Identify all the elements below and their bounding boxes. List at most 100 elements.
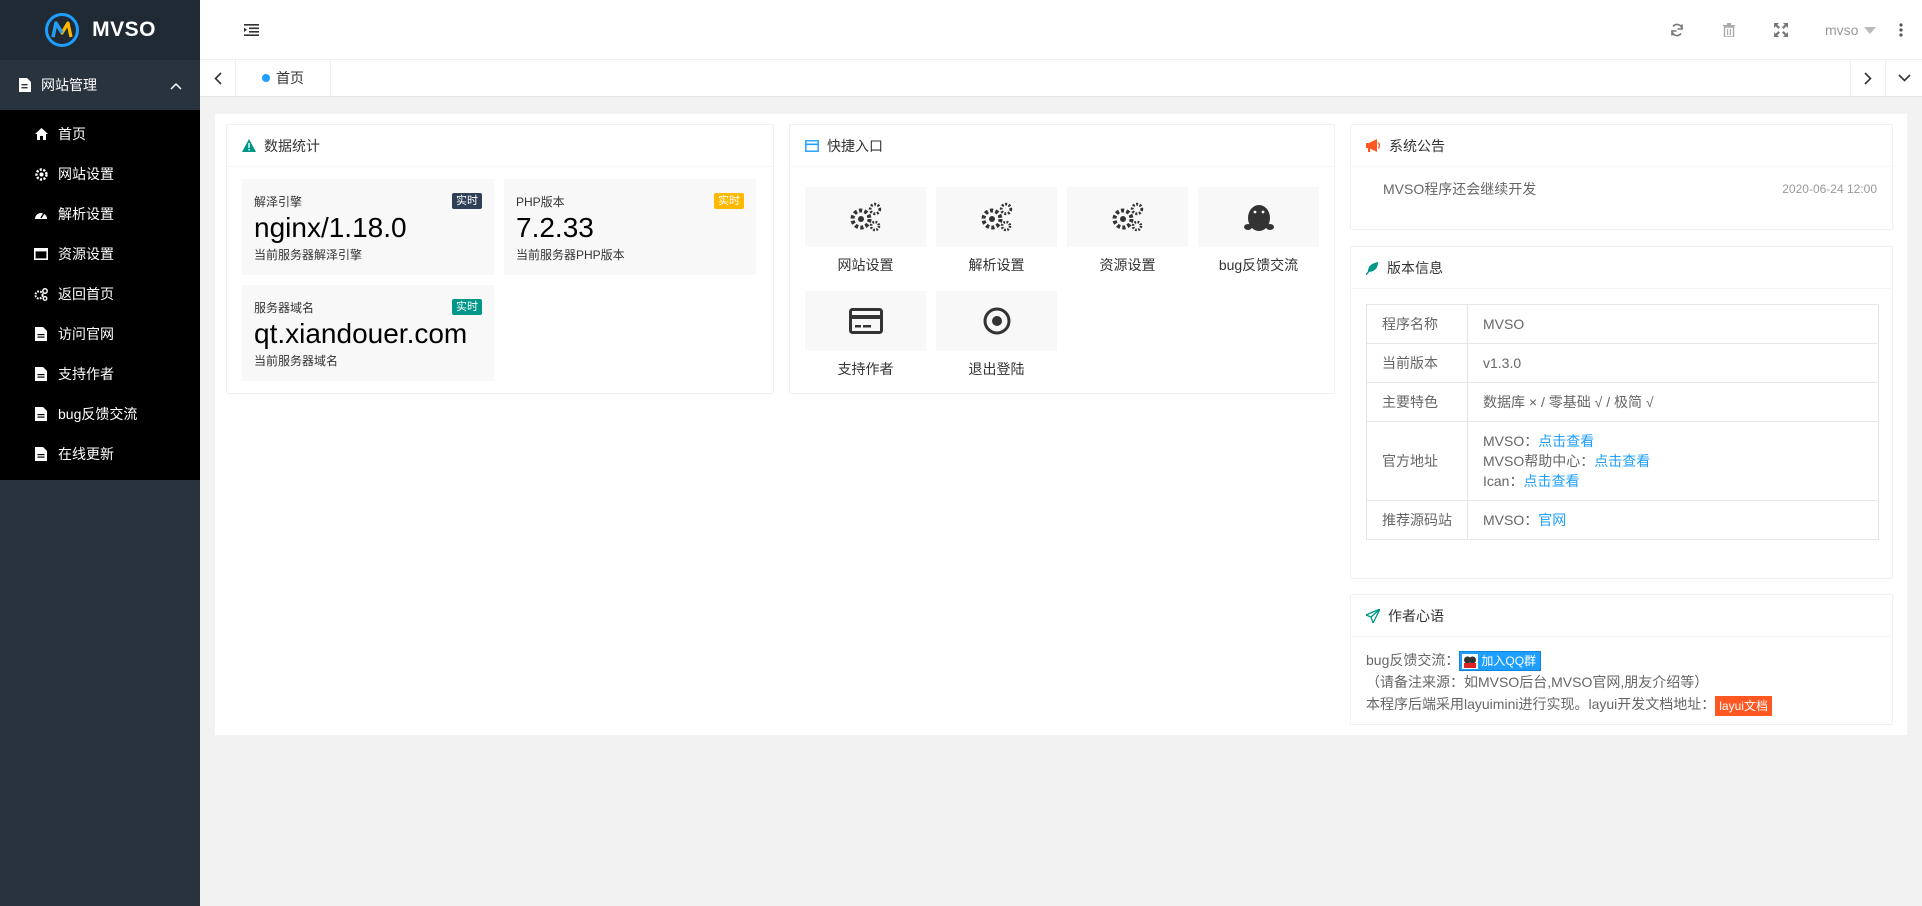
stat-label: 解泽引擎 xyxy=(254,195,303,209)
sidebar-item-label: 返回首页 xyxy=(58,286,114,302)
top-header: mvso xyxy=(200,0,1922,60)
quick-resource-settings[interactable]: 资源设置 xyxy=(1067,187,1188,275)
sidebar-item-label: 在线更新 xyxy=(58,446,114,462)
sidebar-item-resolve-settings[interactable]: 解析设置 xyxy=(0,194,200,234)
quick-label: 解析设置 xyxy=(968,257,1025,273)
stat-sub: 当前服务器PHP版本 xyxy=(516,248,625,262)
tab-bar: 首页 xyxy=(200,60,1922,97)
main-content: 数据统计 解泽引擎 nginx/1.18.0 当前服务器解泽引擎 实时 PHP版… xyxy=(215,114,1907,735)
stat-engine: 解泽引擎 nginx/1.18.0 当前服务器解泽引擎 实时 xyxy=(242,179,494,275)
file-icon xyxy=(34,407,48,421)
user-name: mvso xyxy=(1825,22,1859,38)
file-icon xyxy=(34,447,48,461)
author-line-1-prefix: bug反馈交流： xyxy=(1366,652,1460,668)
official-site-link[interactable]: 官网 xyxy=(1538,512,1566,528)
refresh-button[interactable] xyxy=(1665,18,1689,42)
clear-cache-button[interactable] xyxy=(1717,18,1741,42)
sidebar-item-online-update[interactable]: 在线更新 xyxy=(0,434,200,474)
quick-tile xyxy=(805,187,926,247)
quick-label: 支持作者 xyxy=(837,361,894,377)
stat-value: qt.xiandouer.com xyxy=(254,318,468,349)
table-row: 主要特色 数据库 × / 零基础 √ / 极简 √ xyxy=(1366,382,1879,422)
quick-title: 快捷入口 xyxy=(827,137,883,154)
fullscreen-button[interactable] xyxy=(1769,18,1793,42)
quick-site-settings[interactable]: 网站设置 xyxy=(805,187,926,275)
tab-scroll-left-button[interactable] xyxy=(200,60,236,96)
tab-home[interactable]: 首页 xyxy=(236,60,331,96)
fullscreen-icon xyxy=(1774,23,1788,37)
author-card: 作者心语 bug反馈交流： 加入QQ群 （请备注来源：如MVSO后台,MVSO官网,… xyxy=(1350,594,1893,725)
notice-title: 系统公告 xyxy=(1389,137,1445,154)
table-value: MVSO：官网 xyxy=(1467,500,1879,540)
dot-circle-icon xyxy=(983,307,1010,335)
version-table-wrap: 程序名称 MVSO 当前版本 v1.3.0 主要特色 数据库 × / 零基础 √… xyxy=(1351,289,1892,540)
menu-toggle-button[interactable] xyxy=(239,18,263,42)
notice-date: 2020-06-24 12:00 xyxy=(1782,182,1877,196)
trash-icon xyxy=(1723,23,1735,37)
dashboard-icon xyxy=(34,207,48,221)
layui-doc-button[interactable]: layui文档 xyxy=(1715,695,1772,716)
table-row: 程序名称 MVSO xyxy=(1366,304,1879,344)
tab-label: 首页 xyxy=(276,70,304,86)
help-center-link[interactable]: 点击查看 xyxy=(1594,453,1650,469)
sidebar-item-site-settings[interactable]: 网站设置 xyxy=(0,154,200,194)
table-key: 主要特色 xyxy=(1366,382,1468,422)
sidebar-item-visit-site[interactable]: 访问官网 xyxy=(0,314,200,354)
table-key: 当前版本 xyxy=(1366,343,1468,383)
stats-card: 数据统计 解泽引擎 nginx/1.18.0 当前服务器解泽引擎 实时 PHP版… xyxy=(226,124,774,394)
site-prefix: MVSO： xyxy=(1483,512,1539,528)
menu-fold-icon xyxy=(243,24,259,36)
quick-label: 资源设置 xyxy=(1099,257,1156,273)
active-tab-dot xyxy=(262,74,270,82)
version-card-header: 版本信息 xyxy=(1351,247,1892,289)
sidebar-item-back-home[interactable]: 返回首页 xyxy=(0,274,200,314)
table-key: 推荐源码站 xyxy=(1366,500,1468,540)
sidebar-item-label: bug反馈交流 xyxy=(58,406,138,422)
stat-label: PHP版本 xyxy=(516,195,565,209)
stats-card-header: 数据统计 xyxy=(227,125,773,167)
version-table: 程序名称 MVSO 当前版本 v1.3.0 主要特色 数据库 × / 零基础 √… xyxy=(1366,304,1879,540)
gears-icon xyxy=(1112,202,1143,232)
mvso-link[interactable]: 点击查看 xyxy=(1538,433,1594,449)
quick-logout[interactable]: 退出登陆 xyxy=(936,291,1057,379)
site-prefix: MVSO： xyxy=(1483,433,1539,449)
quick-resolve-settings[interactable]: 解析设置 xyxy=(936,187,1057,275)
gears-icon xyxy=(34,287,48,301)
version-title: 版本信息 xyxy=(1387,259,1443,276)
notice-item[interactable]: MVSO程序还会继续开发 2020-06-24 12:00 xyxy=(1351,167,1892,199)
chevron-right-icon xyxy=(1864,71,1872,85)
sidebar-item-resource-settings[interactable]: 资源设置 xyxy=(0,234,200,274)
author-line-1-suffix: （请备注来源：如MVSO后台,MVSO官网,朋友介绍等） xyxy=(1366,674,1709,691)
leaf-icon xyxy=(1366,261,1378,275)
table-value: v1.3.0 xyxy=(1467,343,1879,383)
credit-card-icon xyxy=(848,308,883,334)
sidebar-item-support-author[interactable]: 支持作者 xyxy=(0,354,200,394)
sidebar-item-label: 解析设置 xyxy=(58,206,114,222)
menu-group-site-manage[interactable]: 网站管理 xyxy=(0,60,200,110)
sidebar-item-bug-feedback[interactable]: bug反馈交流 xyxy=(0,394,200,434)
warning-icon xyxy=(242,139,256,152)
logo[interactable]: MVSO xyxy=(0,0,200,60)
quick-bug-feedback[interactable]: bug反馈交流 xyxy=(1198,187,1319,275)
sidebar-item-home[interactable]: 首页 xyxy=(0,114,200,154)
join-qq-group-button[interactable]: 加入QQ群 xyxy=(1459,651,1542,672)
realtime-badge: 实时 xyxy=(452,193,482,209)
table-value: MVSO：点击查看 MVSO帮助中心：点击查看 Ican：点击查看 xyxy=(1467,421,1879,501)
user-menu[interactable]: mvso xyxy=(1825,18,1877,42)
tab-options-button[interactable] xyxy=(1886,60,1922,96)
quick-entry-card: 快捷入口 网站设置 解析设置 资源设置 bug反馈交流 支持作者 退出登陆 xyxy=(789,124,1335,394)
stat-sub: 当前服务器解泽引擎 xyxy=(254,248,363,262)
sidebar-item-label: 资源设置 xyxy=(58,246,114,262)
version-card: 版本信息 程序名称 MVSO 当前版本 v1.3.0 主要特色 数据库 × / … xyxy=(1350,246,1893,579)
tab-scroll-right-button[interactable] xyxy=(1850,60,1886,96)
site-prefix: MVSO帮助中心： xyxy=(1483,453,1595,469)
gear-icon xyxy=(34,167,48,181)
quick-support-author[interactable]: 支持作者 xyxy=(805,291,926,379)
quick-label: 网站设置 xyxy=(837,257,894,273)
table-value: MVSO xyxy=(1467,304,1879,344)
table-row: 推荐源码站 MVSO：官网 xyxy=(1366,500,1879,540)
menu-group-label: 网站管理 xyxy=(41,77,97,93)
more-options-button[interactable] xyxy=(1889,18,1913,42)
author-card-header: 作者心语 xyxy=(1351,595,1892,637)
ican-link[interactable]: 点击查看 xyxy=(1523,473,1579,489)
